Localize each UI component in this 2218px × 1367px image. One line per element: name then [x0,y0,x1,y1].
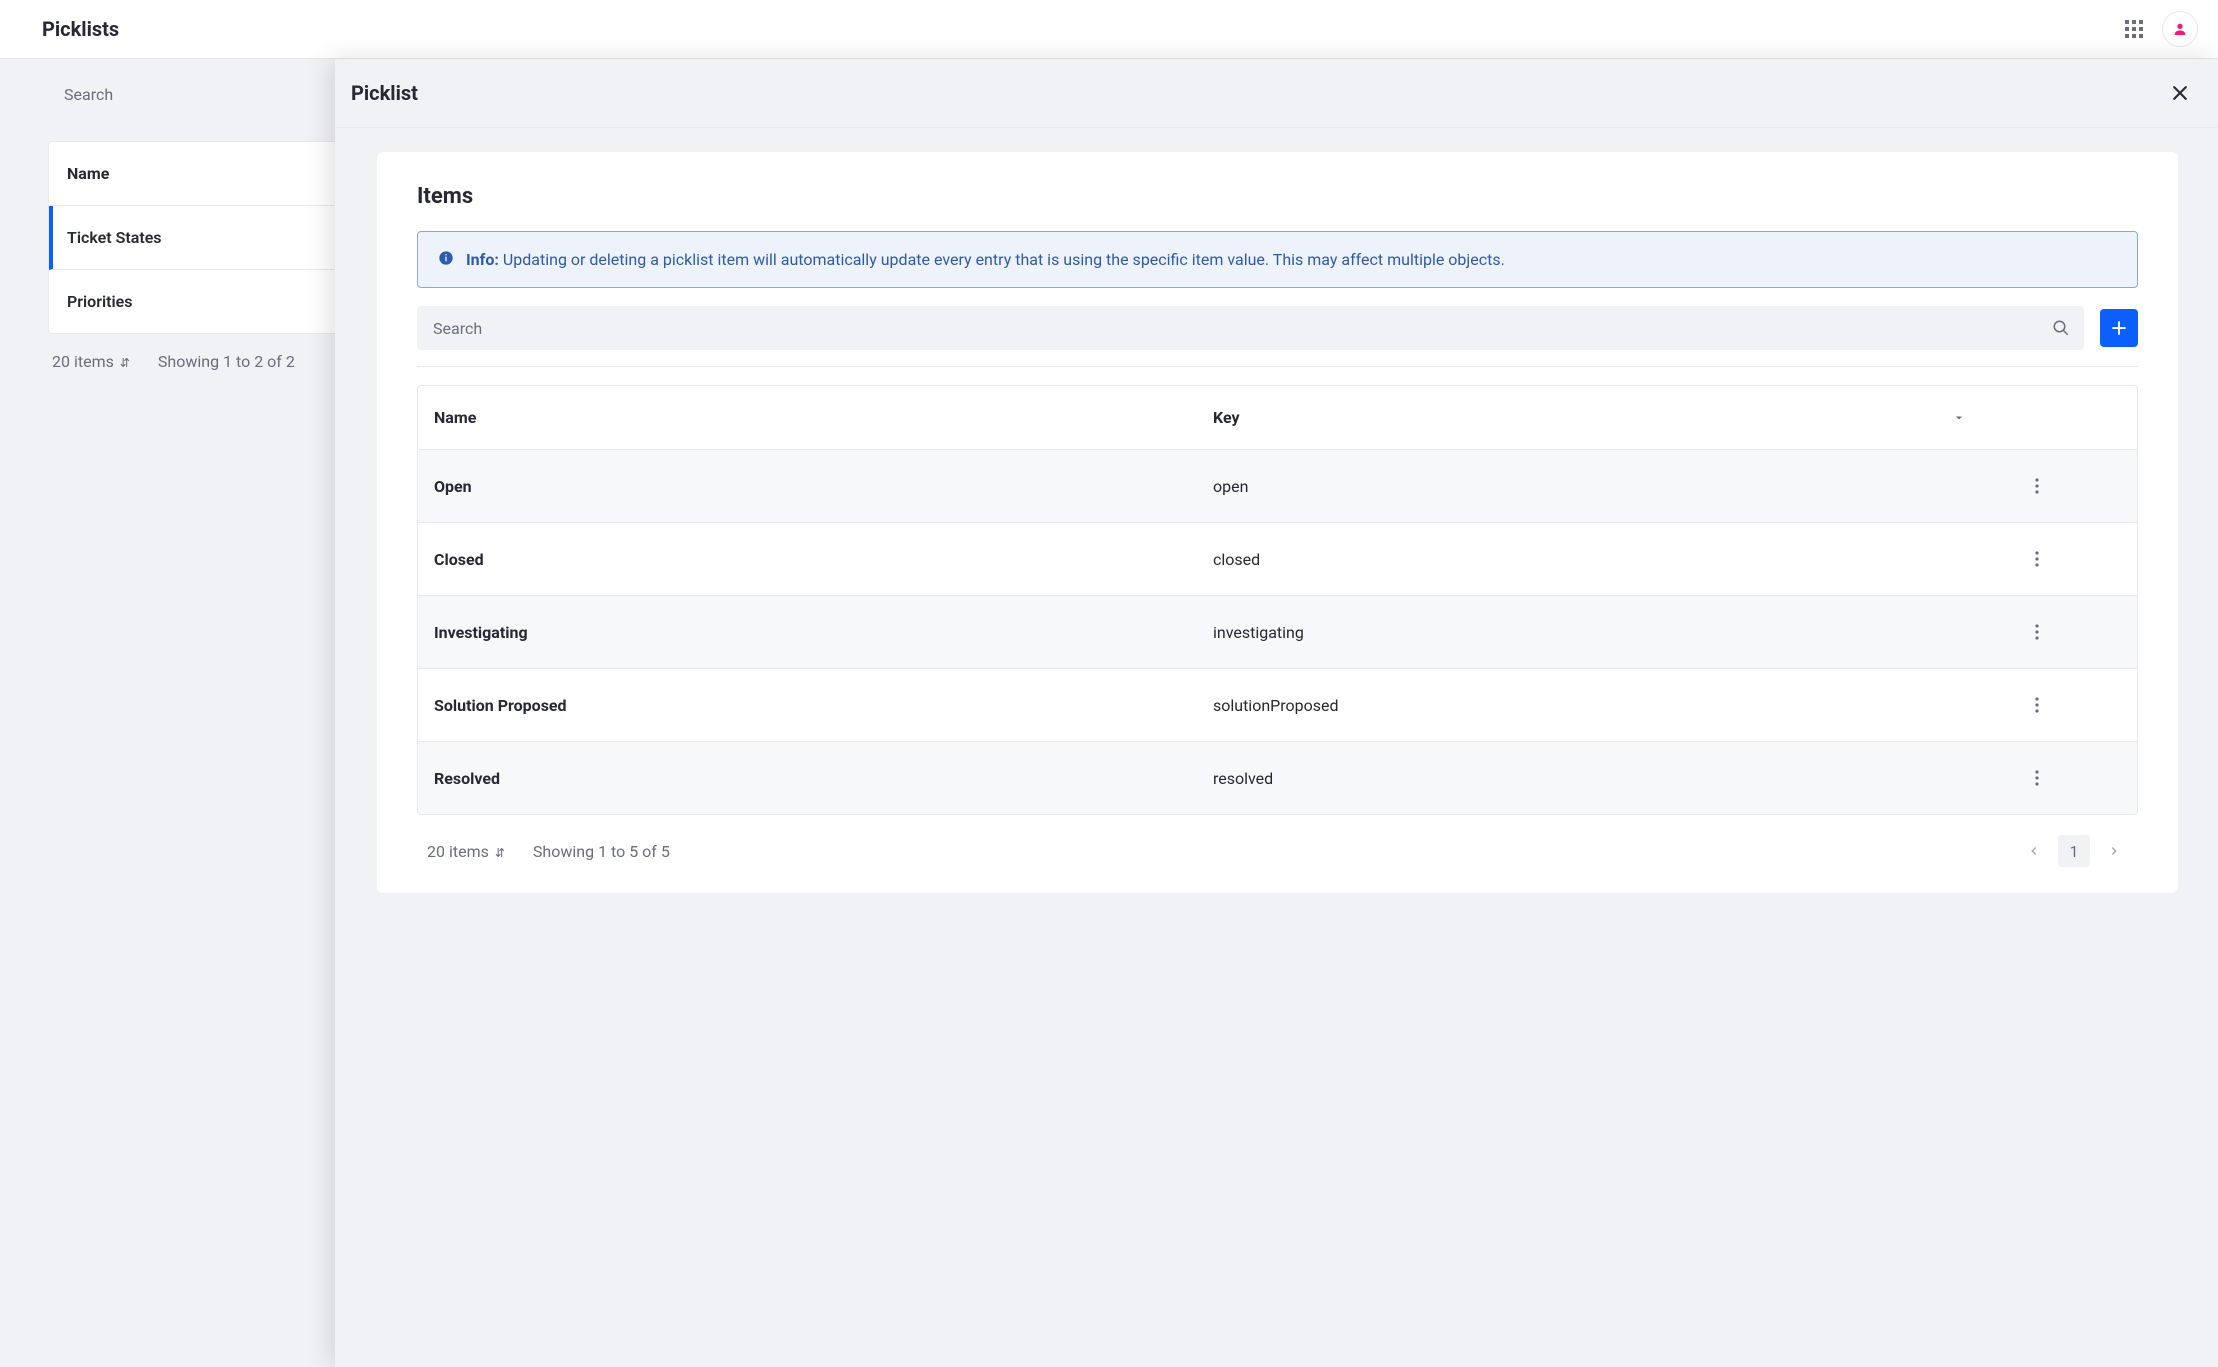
items-search-input[interactable]: Search [417,306,2084,350]
page-title: Picklists [42,17,119,41]
cell-name: Closed [418,528,1197,591]
info-text-wrap: Info: Updating or deleting a picklist it… [466,248,1505,271]
page-size-selector[interactable]: 20 items⇵ [52,352,130,371]
table-row: Resolved resolved [418,742,2137,814]
search-placeholder-text: Search [64,85,113,104]
user-avatar[interactable] [2162,11,2198,47]
cell-name: Investigating [418,601,1197,664]
showing-text: Showing 1 to 2 of 2 [158,352,295,371]
row-actions-menu[interactable] [2023,472,2051,500]
table-row: Investigating investigating [418,596,2137,669]
close-button[interactable] [2164,77,2196,109]
cell-key: closed [1197,528,1937,591]
info-icon [438,250,454,271]
apps-grid-icon[interactable] [2118,13,2150,45]
items-page-size-selector[interactable]: 20 items⇵ [427,842,505,861]
main-layout: Search Name Ticket States Priorities 20 … [0,59,2218,1367]
items-search-placeholder: Search [433,319,2052,338]
items-table-body: Open open Closed closed Investigating in… [418,450,2137,814]
cell-key: resolved [1197,747,1937,810]
pager-prev[interactable] [2020,837,2048,865]
sort-arrows-icon: ⇵ [120,356,130,370]
sort-arrows-icon: ⇵ [495,846,505,860]
cell-key: open [1197,455,1937,518]
page-header: Picklists [0,0,2218,59]
items-table-header: Name Key [418,386,2137,450]
table-row: Open open [418,450,2137,523]
cell-key: investigating [1197,601,1937,664]
cell-name: Solution Proposed [418,674,1197,737]
row-actions-menu[interactable] [2023,618,2051,646]
items-card: Items Info: Updating or deleting a pickl… [377,152,2178,893]
row-actions-menu[interactable] [2023,691,2051,719]
table-row: Solution Proposed solutionProposed [418,669,2137,742]
column-header-key[interactable]: Key [1197,386,1937,449]
header-tools [2118,11,2198,47]
row-actions-menu[interactable] [2023,545,2051,573]
pager-next[interactable] [2100,837,2128,865]
cell-name: Resolved [418,747,1197,810]
panel-header: Picklist [335,59,2218,128]
panel-title: Picklist [351,81,418,105]
cell-name: Open [418,455,1197,518]
info-text: Updating or deleting a picklist item wil… [503,250,1505,269]
column-header-actions[interactable] [1937,390,2137,446]
add-item-button[interactable] [2100,309,2138,347]
row-label: Ticket States [67,228,162,247]
panel-body: Items Info: Updating or deleting a pickl… [335,128,2218,1367]
row-label: Priorities [67,292,133,311]
table-row: Closed closed [418,523,2137,596]
picklist-detail-panel: Picklist Items [335,59,2218,1367]
row-actions-menu[interactable] [2023,764,2051,792]
items-pager: 1 [2020,835,2128,867]
column-header-name[interactable]: Name [418,386,1197,449]
column-header-name: Name [67,164,109,183]
items-showing-text: Showing 1 to 5 of 5 [533,842,670,861]
pager-current-page[interactable]: 1 [2058,835,2090,867]
items-toolbar: Search [417,306,2138,367]
items-heading: Items [417,184,2138,209]
items-table: Name Key Open open Closed [417,385,2138,815]
search-icon [2052,319,2070,337]
info-alert: Info: Updating or deleting a picklist it… [417,231,2138,288]
info-label: Info: [466,250,499,269]
cell-key: solutionProposed [1197,674,1937,737]
items-footer: 20 items⇵ Showing 1 to 5 of 5 1 [417,815,2138,867]
